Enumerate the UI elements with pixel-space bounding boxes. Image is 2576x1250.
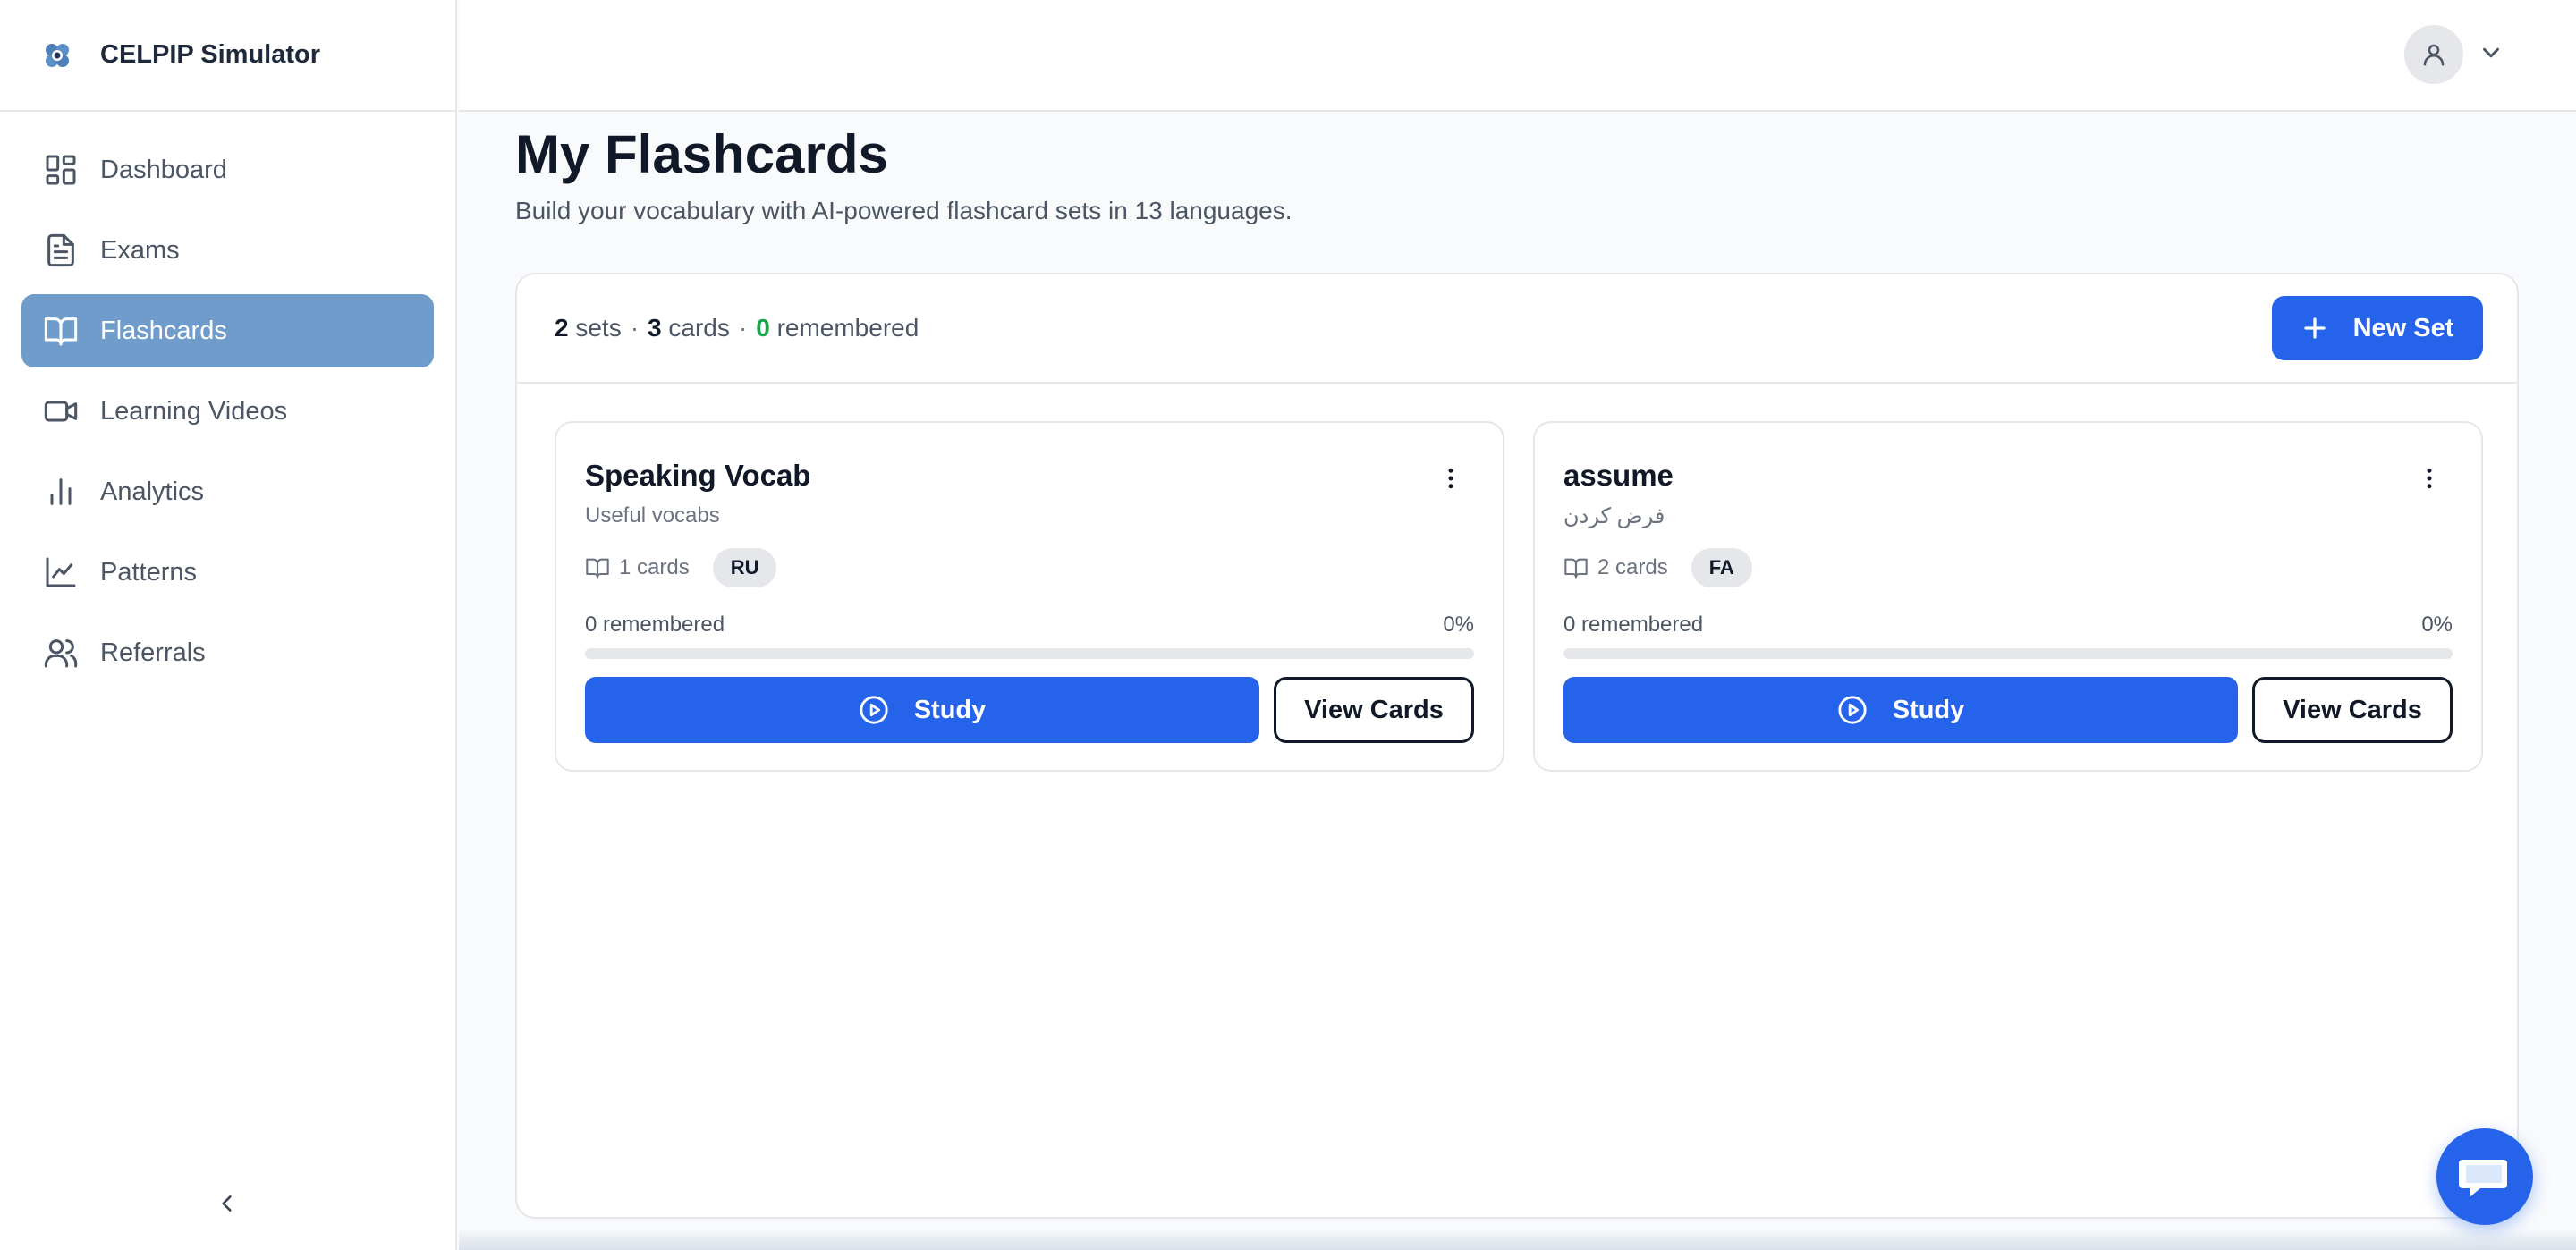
line-chart-icon [46,557,76,587]
sidebar-item-exams[interactable]: Exams [21,214,434,287]
video-icon [44,401,78,422]
user-menu-toggle[interactable] [2478,39,2504,66]
sidebar-item-label: Patterns [100,557,197,587]
chevron-down-icon [2483,47,2499,58]
page-title: My Flashcards [515,124,888,184]
bar-chart-icon [50,478,72,505]
chat-button[interactable] [2436,1128,2533,1225]
top-bar [459,0,2576,112]
cards-count: 3 [648,314,662,342]
more-vertical-icon [2427,468,2432,489]
set-description: فرض کردن [1563,504,1665,528]
cards-label: cards [668,314,730,342]
app-title: CELPIP Simulator [100,40,321,69]
remembered-count: 0 [756,314,770,342]
study-button[interactable]: Study [585,677,1259,743]
sidebar: CELPIP Simulator Dashboard Exams Flashca… [0,0,457,1250]
celpip-logo-icon [46,43,69,67]
dashboard-icon [46,155,76,185]
set-meta: 1 cards RU [585,548,777,587]
set-card-count: 1 cards [619,555,690,579]
set-description: Useful vocabs [585,503,720,528]
new-set-label: New Set [2352,313,2454,342]
set-name: assume [1563,459,1674,492]
sidebar-item-referrals[interactable]: Referrals [21,616,434,689]
sidebar-item-label: Exams [100,235,180,265]
view-cards-button[interactable]: View Cards [1274,677,1474,743]
users-icon [44,639,78,668]
sets-label: sets [575,314,622,342]
document-icon [47,233,74,267]
language-badge: FA [1690,548,1752,587]
set-options-button[interactable] [1435,462,1467,494]
progress-percent: 0% [1443,612,1474,637]
remembered-label: remembered [776,314,919,342]
language-badge: RU [712,548,777,587]
set-name: Speaking Vocab [585,459,811,492]
sidebar-item-label: Referrals [100,638,206,667]
play-circle-icon [1838,696,1867,724]
sidebar-item-flashcards[interactable]: Flashcards [21,294,434,367]
chat-icon [2459,1160,2507,1197]
study-button[interactable]: Study [1563,677,2238,743]
sidebar-item-label: Dashboard [100,155,227,184]
flashcard-stats: 2 sets · 3 cards · 0 remembered [555,314,919,342]
stats-separator: · [630,314,640,342]
set-options-button[interactable] [2413,462,2445,494]
book-open-icon [586,558,609,579]
sidebar-item-label: Flashcards [100,316,227,345]
new-set-button[interactable]: New Set [2272,296,2483,360]
sidebar-item-learning-videos[interactable]: Learning Videos [21,375,434,448]
page-subtitle: Build your vocabulary with AI-powered fl… [515,197,1292,224]
more-vertical-icon [1448,468,1453,489]
flashcards-panel: 2 sets · 3 cards · 0 remembered New Set … [515,273,2519,1219]
panel-header: 2 sets · 3 cards · 0 remembered New Set [517,274,2517,384]
progress-bar [585,648,1474,659]
flashcard-set-card: Speaking Vocab Useful vocabs 1 cards RU … [555,421,1504,772]
remembered-text: 0 remembered [585,612,725,637]
view-cards-button[interactable]: View Cards [2252,677,2453,743]
study-label: Study [913,695,987,724]
sidebar-nav: Dashboard Exams Flashcards Learning Vide… [0,112,455,689]
plus-icon [2303,317,2326,339]
set-card-count: 2 cards [1597,555,1668,579]
book-open-icon [1564,558,1588,579]
brand[interactable]: CELPIP Simulator [0,0,455,112]
user-icon [2423,44,2445,66]
study-label: Study [1892,695,1965,724]
bottom-shadow [459,1229,2576,1250]
sidebar-item-label: Learning Videos [100,396,288,426]
sidebar-item-patterns[interactable]: Patterns [21,536,434,609]
remembered-text: 0 remembered [1563,612,1704,637]
sidebar-item-analytics[interactable]: Analytics [21,455,434,528]
sets-count: 2 [555,314,569,342]
sidebar-collapse-button[interactable] [209,1186,245,1221]
sidebar-item-dashboard[interactable]: Dashboard [21,133,434,207]
set-meta: 2 cards FA [1563,548,1752,587]
progress-percent: 0% [2421,612,2453,637]
play-circle-icon [860,696,888,724]
stats-separator: · [738,314,748,342]
user-avatar-button[interactable] [2404,25,2463,84]
sidebar-item-label: Analytics [100,477,205,506]
flashcard-set-card: assume فرض کردن 2 cards FA 0 remembered … [1533,421,2483,772]
book-open-icon [44,317,78,346]
progress-bar [1563,648,2453,659]
chevron-left-icon [222,1195,232,1212]
